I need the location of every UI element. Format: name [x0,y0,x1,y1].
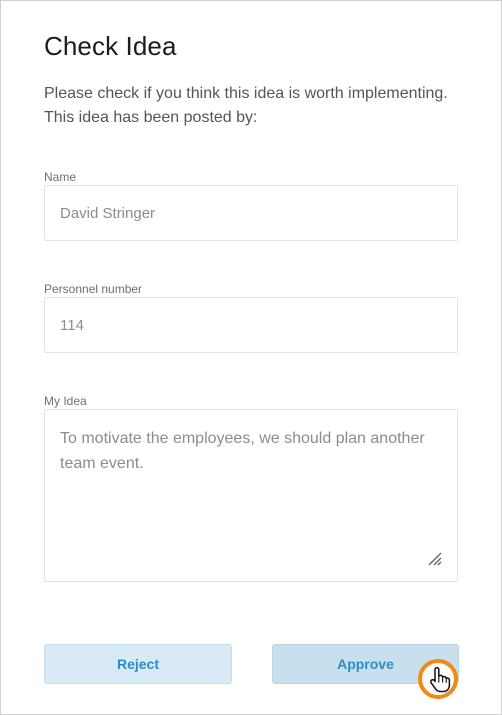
personnel-number-label: Personnel number [44,282,143,296]
approve-button-label: Approve [337,656,394,672]
intro-line-1: Please check if you think this idea is w… [44,85,448,102]
check-idea-panel: Check Idea Please check if you think thi… [0,0,502,715]
name-label: Name [44,170,77,184]
idea-text-line-1: To motivate the employees, we should pla… [60,430,425,447]
idea-text-line-2: team event. [60,455,144,472]
idea-label: My Idea [44,394,87,408]
idea-textarea[interactable]: To motivate the employees, we should pla… [44,409,458,582]
personnel-number-field[interactable]: 114 [44,297,458,353]
reject-button-label: Reject [116,656,160,672]
resize-handle-icon[interactable] [428,552,442,566]
name-field[interactable]: David Stringer [44,185,458,241]
hand-pointer-icon [418,659,458,699]
intro-text: Please check if you think this idea is w… [44,82,474,130]
reject-button[interactable]: Reject [44,644,232,684]
page-title: Check Idea [44,31,177,61]
pointer-cursor [417,658,459,700]
personnel-number-value: 114 [60,317,84,334]
name-field-value: David Stringer [60,205,156,222]
intro-line-2: This idea has been posted by: [44,109,258,126]
